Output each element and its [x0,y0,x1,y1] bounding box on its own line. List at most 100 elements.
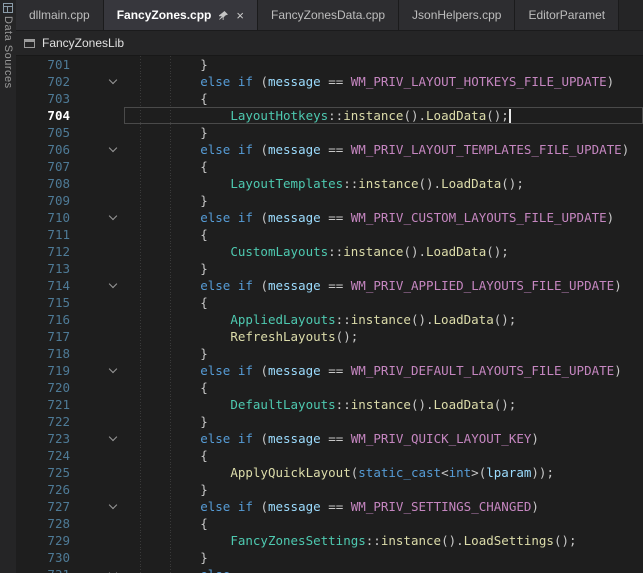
line-number[interactable]: 712 [16,243,78,260]
code-line-text[interactable]: CustomLayouts::instance().LoadData(); [124,243,643,260]
fold-margin[interactable] [106,277,124,294]
tab-editorparameters[interactable]: EditorParamet [515,0,619,30]
fold-margin[interactable] [106,243,124,260]
code-line[interactable]: 701 } [16,56,643,73]
fold-margin[interactable] [106,328,124,345]
code-line-text[interactable]: } [124,124,643,141]
glyph-margin[interactable] [78,345,106,362]
code-line[interactable]: 723 else if (message == WM_PRIV_QUICK_LA… [16,430,643,447]
code-line-text[interactable]: LayoutHotkeys::instance().LoadData(); [124,107,643,124]
glyph-margin[interactable] [78,226,106,243]
code-line[interactable]: 724 { [16,447,643,464]
fold-margin[interactable] [106,175,124,192]
line-number[interactable]: 722 [16,413,78,430]
close-icon[interactable]: × [236,9,244,22]
code-line[interactable]: 708 LayoutTemplates::instance().LoadData… [16,175,643,192]
line-number[interactable]: 714 [16,277,78,294]
code-line[interactable]: 712 CustomLayouts::instance().LoadData()… [16,243,643,260]
fold-collapse-icon[interactable] [109,144,117,152]
pin-icon[interactable] [218,10,229,21]
line-number[interactable]: 720 [16,379,78,396]
code-line[interactable]: 704 LayoutHotkeys::instance().LoadData()… [16,107,643,124]
glyph-margin[interactable] [78,175,106,192]
line-number[interactable]: 709 [16,192,78,209]
line-number[interactable]: 702 [16,73,78,90]
code-line-text[interactable]: else if (message == WM_PRIV_APPLIED_LAYO… [124,277,643,294]
glyph-margin[interactable] [78,277,106,294]
code-line[interactable]: 707 { [16,158,643,175]
fold-margin[interactable] [106,498,124,515]
code-line[interactable]: 720 { [16,379,643,396]
glyph-margin[interactable] [78,413,106,430]
line-number[interactable]: 707 [16,158,78,175]
fold-collapse-icon[interactable] [109,433,117,441]
code-line[interactable]: 726 } [16,481,643,498]
glyph-margin[interactable] [78,379,106,396]
code-line-text[interactable]: DefaultLayouts::instance().LoadData(); [124,396,643,413]
glyph-margin[interactable] [78,260,106,277]
fold-margin[interactable] [106,396,124,413]
fold-margin[interactable] [106,73,124,90]
line-number[interactable]: 706 [16,141,78,158]
code-line-text[interactable]: } [124,192,643,209]
code-line-text[interactable]: { [124,226,643,243]
glyph-margin[interactable] [78,90,106,107]
glyph-margin[interactable] [78,515,106,532]
glyph-margin[interactable] [78,566,106,573]
fold-margin[interactable] [106,413,124,430]
glyph-margin[interactable] [78,481,106,498]
glyph-margin[interactable] [78,209,106,226]
code-line-text[interactable]: ApplyQuickLayout(static_cast<int>(lparam… [124,464,643,481]
code-line-text[interactable]: FancyZonesSettings::instance().LoadSetti… [124,532,643,549]
code-line-text[interactable]: else if (message == WM_PRIV_DEFAULT_LAYO… [124,362,643,379]
glyph-margin[interactable] [78,192,106,209]
line-number[interactable]: 724 [16,447,78,464]
fold-margin[interactable] [106,549,124,566]
code-line[interactable]: 706 else if (message == WM_PRIV_LAYOUT_T… [16,141,643,158]
code-editor[interactable]: 701 }702 else if (message == WM_PRIV_LAY… [16,56,643,573]
glyph-margin[interactable] [78,328,106,345]
code-line[interactable]: 719 else if (message == WM_PRIV_DEFAULT_… [16,362,643,379]
line-number[interactable]: 731 [16,566,78,573]
tab-fancyzones[interactable]: FancyZones.cpp × [104,0,258,30]
glyph-margin[interactable] [78,311,106,328]
fold-margin[interactable] [106,56,124,73]
glyph-margin[interactable] [78,447,106,464]
code-line-text[interactable]: { [124,294,643,311]
code-line[interactable]: 709 } [16,192,643,209]
code-line-text[interactable]: AppliedLayouts::instance().LoadData(); [124,311,643,328]
code-line[interactable]: 722 } [16,413,643,430]
line-number[interactable]: 726 [16,481,78,498]
fold-margin[interactable] [106,566,124,573]
code-line[interactable]: 710 else if (message == WM_PRIV_CUSTOM_L… [16,209,643,226]
line-number[interactable]: 727 [16,498,78,515]
fold-margin[interactable] [106,345,124,362]
line-number[interactable]: 703 [16,90,78,107]
tab-fancyzonesdata[interactable]: FancyZonesData.cpp [258,0,399,30]
fold-collapse-icon[interactable] [109,365,117,373]
code-line[interactable]: 714 else if (message == WM_PRIV_APPLIED_… [16,277,643,294]
line-number[interactable]: 710 [16,209,78,226]
fold-margin[interactable] [106,209,124,226]
code-line-text[interactable]: RefreshLayouts(); [124,328,643,345]
code-line[interactable]: 715 { [16,294,643,311]
line-number[interactable]: 708 [16,175,78,192]
fold-collapse-icon[interactable] [109,76,117,84]
code-line[interactable]: 705 } [16,124,643,141]
glyph-margin[interactable] [78,532,106,549]
line-number[interactable]: 728 [16,515,78,532]
fold-margin[interactable] [106,379,124,396]
fold-collapse-icon[interactable] [109,501,117,509]
code-line[interactable]: 711 { [16,226,643,243]
code-line-text[interactable]: { [124,90,643,107]
code-line-text[interactable]: } [124,413,643,430]
fold-margin[interactable] [106,141,124,158]
fold-margin[interactable] [106,447,124,464]
glyph-margin[interactable] [78,243,106,260]
code-line[interactable]: 717 RefreshLayouts(); [16,328,643,345]
glyph-margin[interactable] [78,56,106,73]
code-line[interactable]: 730 } [16,549,643,566]
glyph-margin[interactable] [78,430,106,447]
code-line-text[interactable]: } [124,345,643,362]
glyph-margin[interactable] [78,549,106,566]
